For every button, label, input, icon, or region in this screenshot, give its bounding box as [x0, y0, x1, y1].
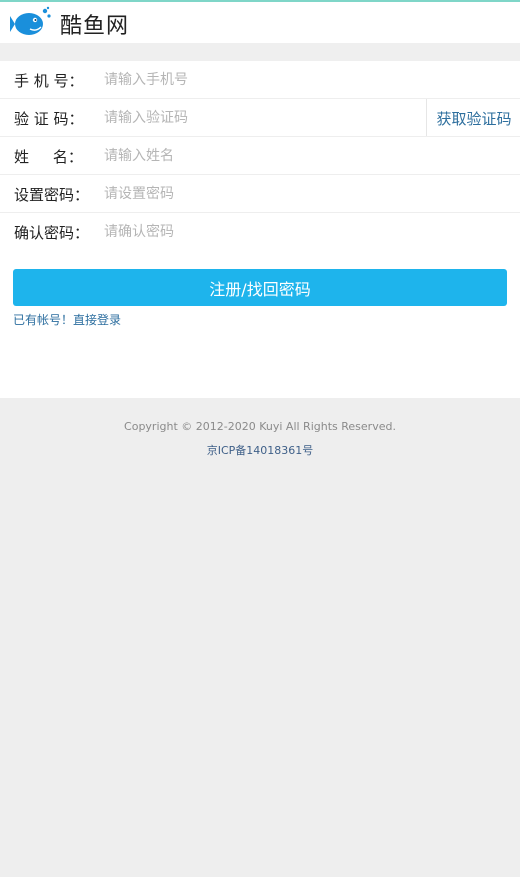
password-row: 设置密码： — [0, 175, 520, 213]
icp-link[interactable]: 京ICP备14018361号 — [0, 442, 520, 458]
confirm-row: 确认密码： — [0, 213, 520, 251]
phone-row: 手 机 号： — [0, 61, 520, 99]
get-code-button[interactable]: 获取验证码 — [426, 99, 520, 137]
confirm-label: 确认密码： — [14, 224, 90, 242]
login-link[interactable]: 已有帐号！直接登录 — [13, 311, 121, 328]
header-gap — [0, 43, 520, 61]
name-label: 姓 名： — [14, 148, 83, 166]
copyright-text: Copyright © 2012-2020 Kuyi All Rights Re… — [124, 420, 396, 433]
code-input[interactable] — [104, 103, 404, 133]
code-row: 验 证 码： 获取验证码 — [0, 99, 520, 137]
fish-logo-icon — [10, 6, 51, 35]
password-input[interactable] — [104, 179, 404, 209]
register-button[interactable]: 注册/找回密码 — [13, 269, 507, 306]
confirm-password-input[interactable] — [104, 217, 404, 247]
password-label: 设置密码： — [14, 186, 90, 204]
header: 酷鱼网 — [0, 2, 520, 43]
site-name: 酷鱼网 — [60, 14, 130, 39]
code-label: 验 证 码： — [14, 110, 84, 128]
name-input[interactable] — [104, 141, 404, 171]
phone-label: 手 机 号： — [14, 72, 84, 90]
register-form: 手 机 号： 验 证 码： 获取验证码 姓 名： 设置密码： 确认密码： 注册/… — [0, 61, 520, 398]
phone-input[interactable] — [104, 65, 404, 95]
name-row: 姓 名： — [0, 137, 520, 175]
